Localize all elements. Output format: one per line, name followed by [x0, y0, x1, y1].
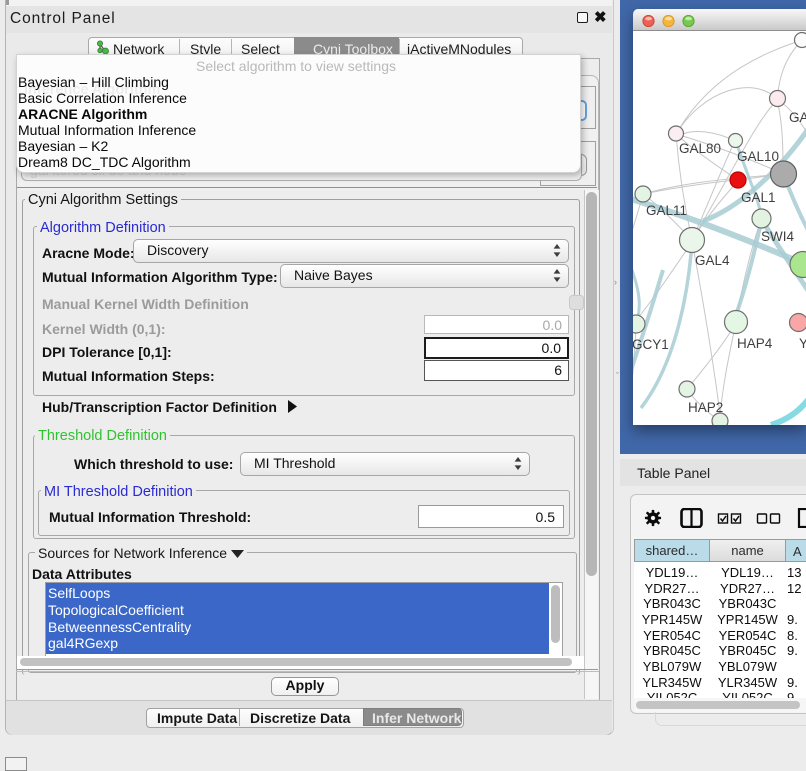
svg-text:SWI4: SWI4 — [761, 229, 794, 244]
svg-text:GAL: GAL — [789, 110, 806, 125]
svg-text:GAL11: GAL11 — [646, 203, 687, 218]
svg-text:GCY1: GCY1 — [633, 337, 669, 352]
svg-text:HAP4: HAP4 — [737, 336, 773, 351]
svg-text:GAL4: GAL4 — [695, 253, 730, 268]
svg-text:GAL80: GAL80 — [679, 141, 721, 156]
svg-text:GAL1: GAL1 — [741, 190, 776, 205]
svg-text:Y: Y — [799, 336, 806, 351]
svg-text:HAP2: HAP2 — [688, 400, 723, 415]
svg-text:GAL10: GAL10 — [737, 149, 779, 164]
